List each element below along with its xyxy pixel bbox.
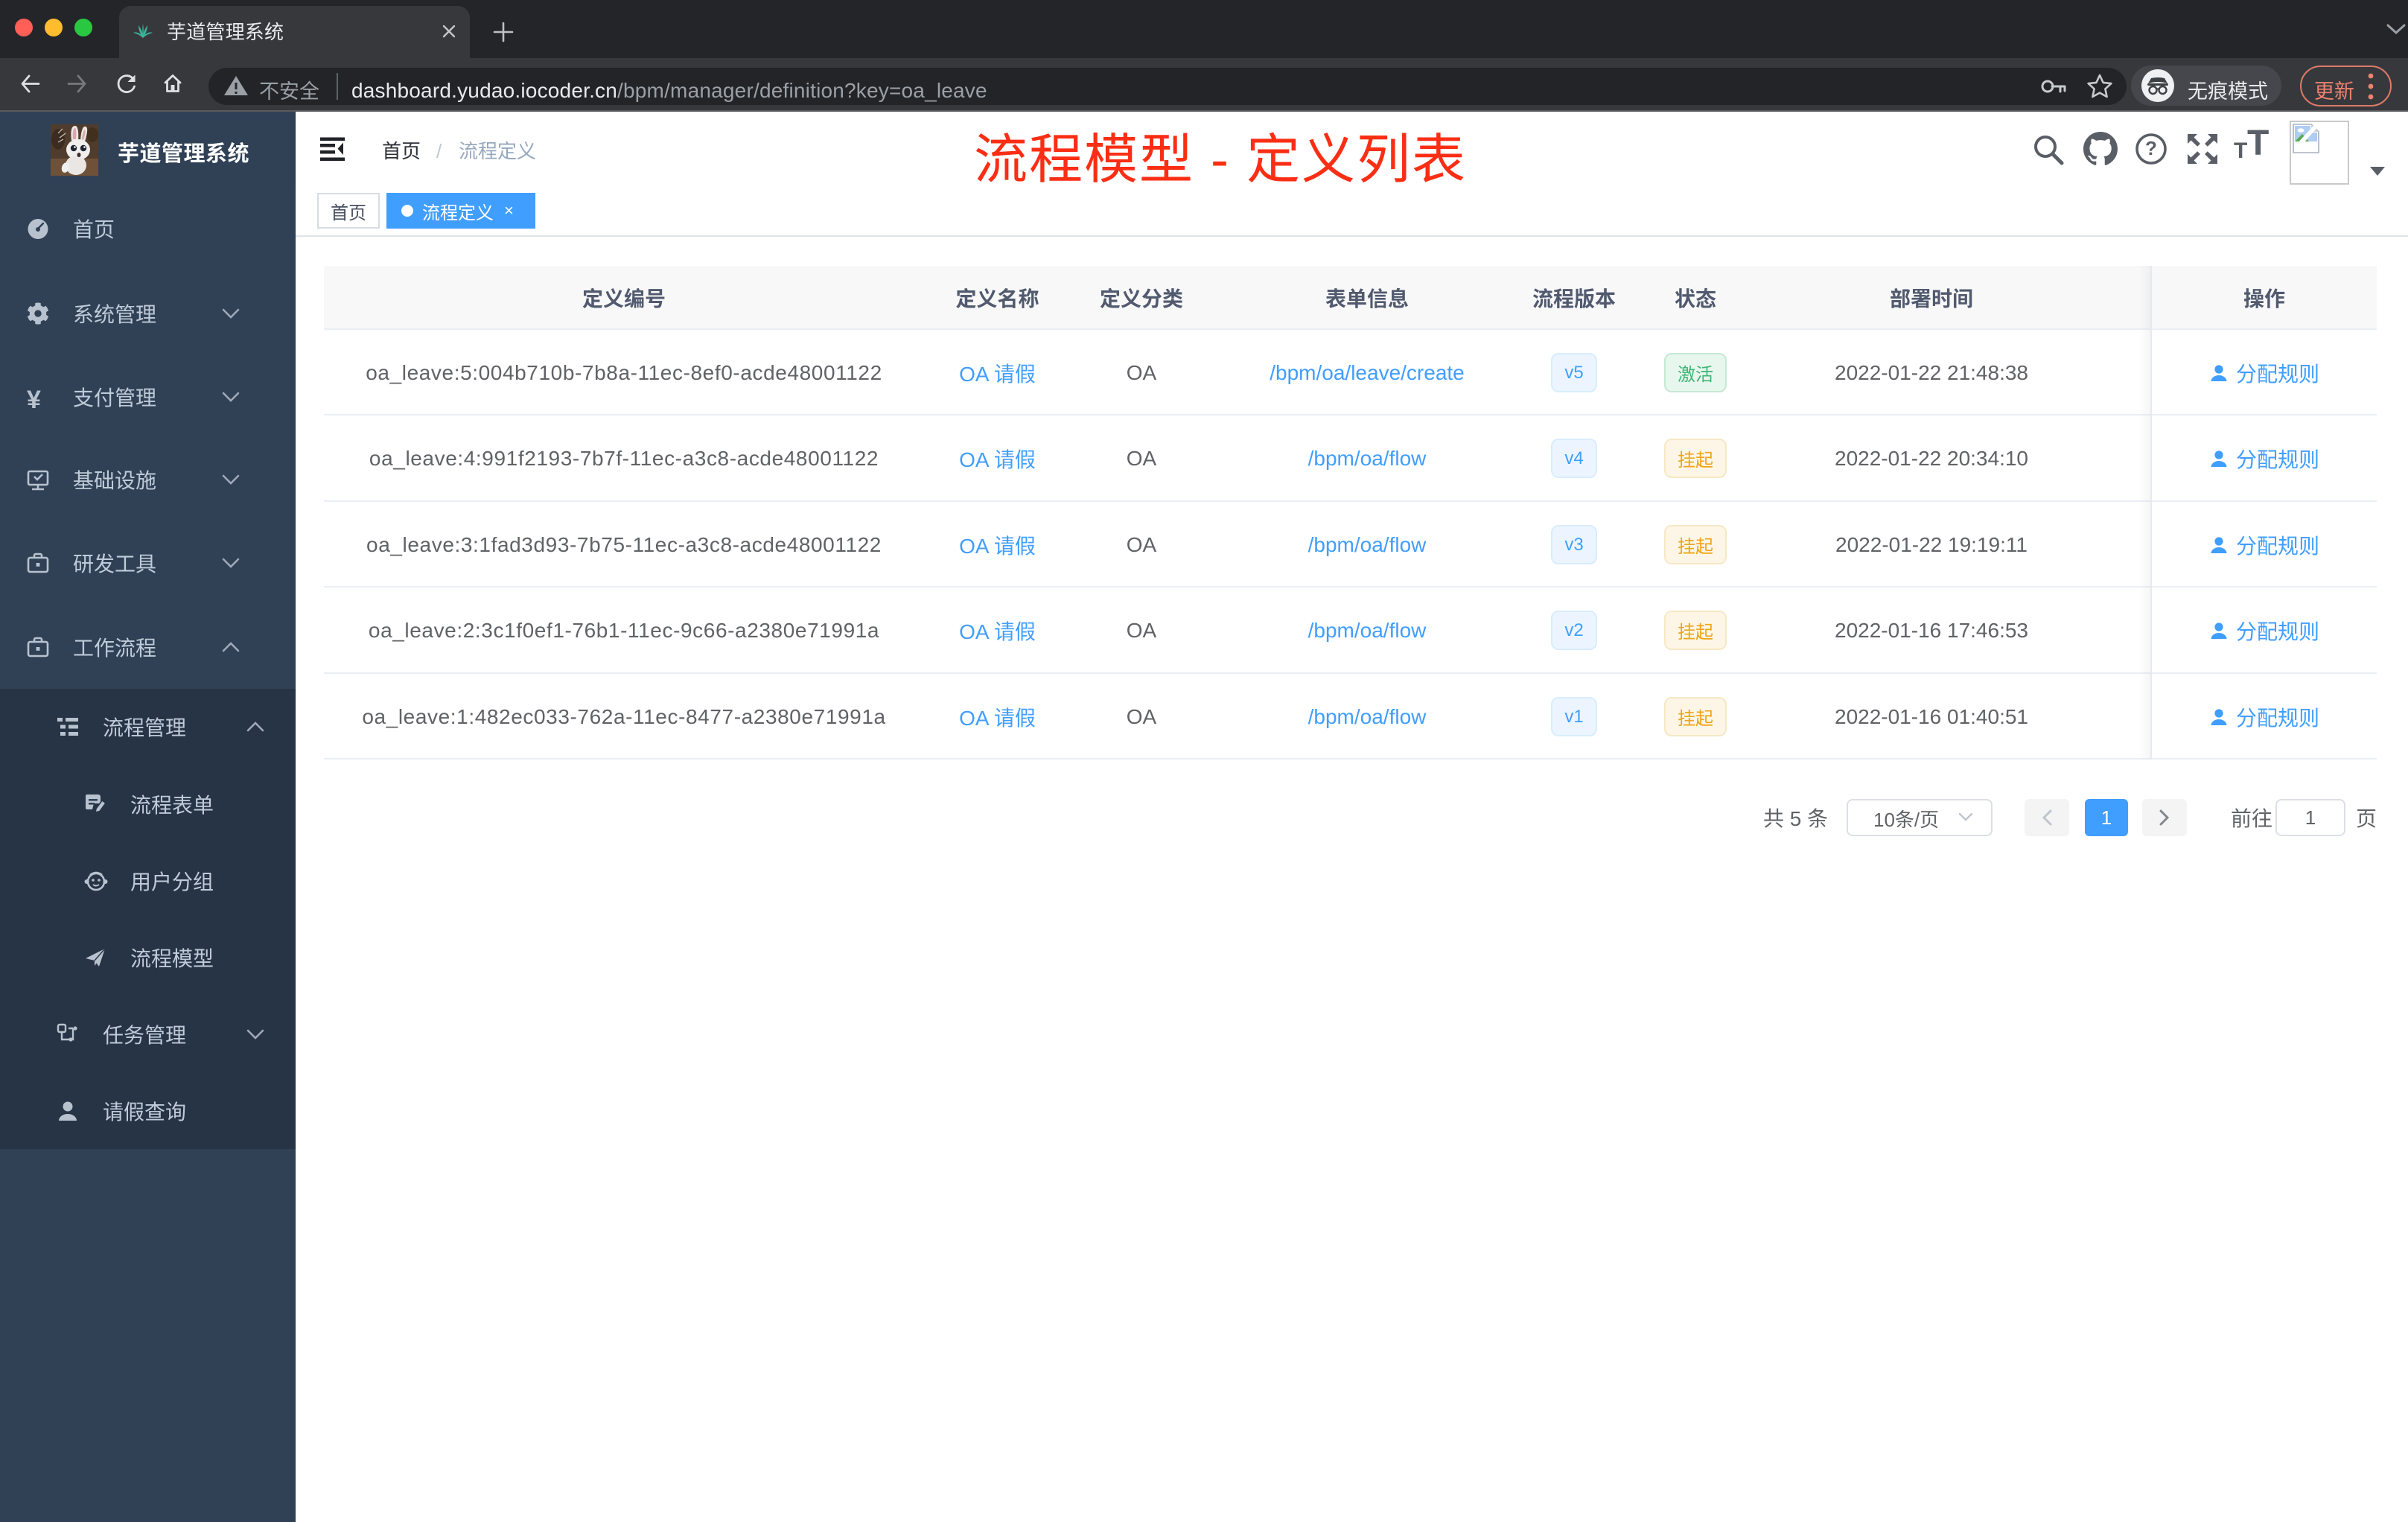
svg-text:?: ? — [2145, 137, 2157, 159]
